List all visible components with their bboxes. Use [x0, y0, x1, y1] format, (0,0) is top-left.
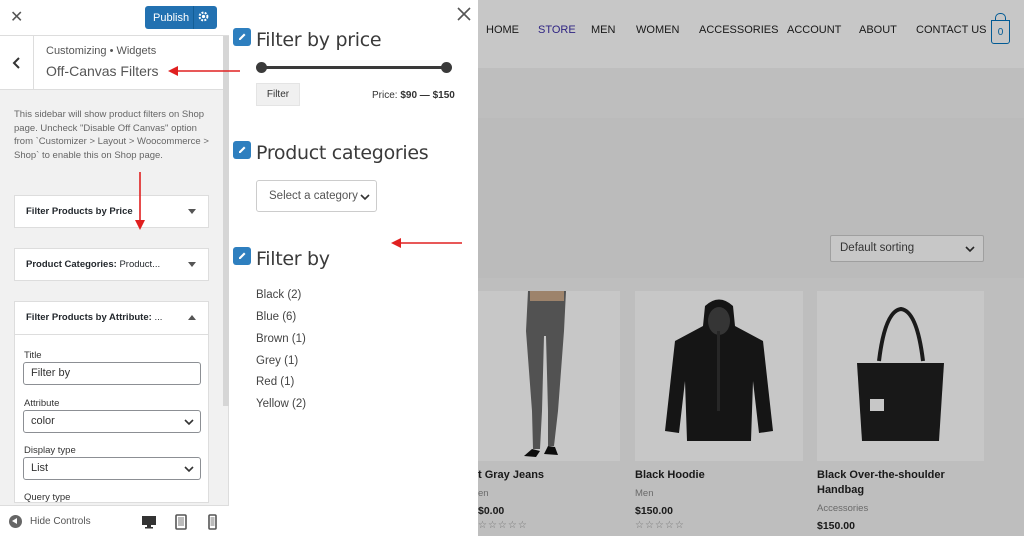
product-image-hoodie[interactable]	[635, 291, 803, 461]
nav-about[interactable]: ABOUT	[859, 24, 897, 36]
product-category: Accessories	[817, 503, 869, 514]
attribute-label: Attribute	[24, 398, 60, 409]
chevron-down-icon	[184, 466, 194, 473]
attribute-link-red[interactable]: Red (1)	[256, 376, 294, 388]
display-type-label: Display type	[24, 445, 76, 456]
widget-product-categories[interactable]: Product Categories: Product...	[14, 248, 209, 281]
nav-account[interactable]: ACCOUNT	[787, 24, 841, 36]
query-type-label: Query type	[24, 492, 71, 503]
mobile-icon[interactable]	[203, 513, 221, 531]
widget-title: Product Categories: Product...	[26, 259, 161, 270]
sorting-select[interactable]: Default sorting	[830, 235, 984, 262]
sidebar-description: This sidebar will show product filters o…	[14, 109, 209, 161]
filter-by-title: Filter by	[256, 248, 330, 270]
main-navigation: HOME STORE MEN WOMEN ACCESSORIES ACCOUNT…	[478, 0, 1024, 68]
back-button[interactable]	[0, 36, 34, 90]
price-range-label: Price: $90 — $150	[372, 90, 455, 101]
nav-home[interactable]: HOME	[486, 24, 519, 36]
sorting-value: Default sorting	[840, 242, 915, 254]
tablet-icon[interactable]	[172, 513, 190, 531]
attribute-link-grey[interactable]: Grey (1)	[256, 355, 298, 367]
hide-controls-button[interactable]: Hide Controls	[9, 515, 91, 528]
category-placeholder: Select a category	[269, 190, 358, 202]
widget-title: Filter Products by Attribute: ...	[26, 312, 163, 323]
product-card[interactable]: t Gray Jeans en $0.00 ☆☆☆☆☆	[478, 291, 620, 536]
hide-controls-label: Hide Controls	[30, 516, 91, 527]
caret-up-icon[interactable]	[188, 315, 196, 320]
rating-stars: ☆☆☆☆☆	[478, 520, 528, 531]
display-type-select[interactable]: List	[23, 457, 201, 480]
customizer-header: ✕ Publish	[0, 0, 229, 36]
section-header: Customizing • Widgets Off-Canvas Filters	[0, 36, 229, 90]
edit-pencil-icon[interactable]	[233, 28, 251, 46]
price-slider-min-handle[interactable]	[256, 62, 267, 73]
product-price: $0.00	[478, 505, 505, 517]
publish-button[interactable]: Publish	[145, 6, 217, 29]
chevron-down-icon	[360, 194, 370, 201]
product-name[interactable]: t Gray Jeans	[478, 468, 648, 483]
nav-contact[interactable]: CONTACT US	[916, 24, 987, 36]
gear-icon[interactable]	[197, 10, 210, 23]
customizer-panel: ✕ Publish Customizing • Widgets Off-Canv…	[0, 0, 229, 536]
product-price: $150.00	[817, 520, 855, 532]
chevron-left-icon	[12, 57, 20, 69]
widget-title: Filter Products by Price	[26, 206, 133, 217]
widget-filter-attribute: Filter Products by Attribute: ... Title …	[14, 301, 209, 503]
cart-icon[interactable]: 0	[991, 13, 1010, 44]
attribute-link-yellow[interactable]: Yellow (2)	[256, 398, 306, 410]
product-name[interactable]: Black Over-the-shoulder Handbag	[817, 468, 987, 498]
price-filter-title: Filter by price	[256, 29, 382, 51]
attribute-link-brown[interactable]: Brown (1)	[256, 333, 306, 345]
section-title: Off-Canvas Filters	[46, 63, 159, 79]
caret-down-icon[interactable]	[188, 209, 196, 214]
caret-down-icon[interactable]	[188, 262, 196, 267]
attribute-select[interactable]: color	[23, 410, 201, 433]
close-icon[interactable]	[455, 5, 473, 23]
store-preview: HOME STORE MEN WOMEN ACCESSORIES ACCOUNT…	[478, 0, 1024, 536]
widget-header[interactable]: Filter Products by Attribute: ...	[15, 302, 208, 335]
desktop-icon[interactable]	[140, 513, 158, 531]
price-slider-max-handle[interactable]	[441, 62, 452, 73]
title-label: Title	[24, 350, 42, 361]
nav-accessories[interactable]: ACCESSORIES	[699, 24, 778, 36]
product-image-handbag[interactable]	[817, 291, 984, 461]
product-price: $150.00	[635, 505, 673, 517]
categories-title: Product categories	[256, 142, 429, 164]
nav-men[interactable]: MEN	[591, 24, 615, 36]
publish-label: Publish	[153, 11, 190, 24]
chevron-down-icon	[184, 419, 194, 426]
display-type-value: List	[31, 462, 49, 474]
widget-filter-price[interactable]: Filter Products by Price	[14, 195, 209, 228]
category-select[interactable]: Select a category	[256, 180, 377, 212]
edit-pencil-icon[interactable]	[233, 247, 251, 265]
title-input[interactable]: Filter by	[23, 362, 201, 385]
product-category: en	[478, 488, 489, 499]
product-image-jeans[interactable]	[478, 291, 620, 461]
product-name[interactable]: Black Hoodie	[635, 468, 805, 483]
edit-pencil-icon[interactable]	[233, 141, 251, 159]
product-card[interactable]: Black Hoodie Men $150.00 ☆☆☆☆☆	[635, 291, 803, 536]
product-card[interactable]: Black Over-the-shoulder Handbag Accessor…	[817, 291, 984, 536]
price-slider-track[interactable]	[261, 66, 447, 69]
product-category: Men	[635, 488, 654, 499]
customizer-footer: Hide Controls	[0, 505, 229, 536]
filter-button[interactable]: Filter	[256, 83, 300, 106]
attribute-link-black[interactable]: Black (2)	[256, 289, 301, 301]
attribute-link-blue[interactable]: Blue (6)	[256, 311, 296, 323]
chevron-down-icon	[965, 246, 975, 253]
collapse-icon	[9, 515, 22, 528]
breadcrumb: Customizing • Widgets	[46, 45, 157, 57]
rating-stars: ☆☆☆☆☆	[635, 520, 685, 531]
nav-store[interactable]: STORE	[538, 24, 576, 36]
close-icon[interactable]: ✕	[10, 8, 23, 28]
attribute-value: color	[31, 415, 55, 427]
nav-women[interactable]: WOMEN	[636, 24, 679, 36]
